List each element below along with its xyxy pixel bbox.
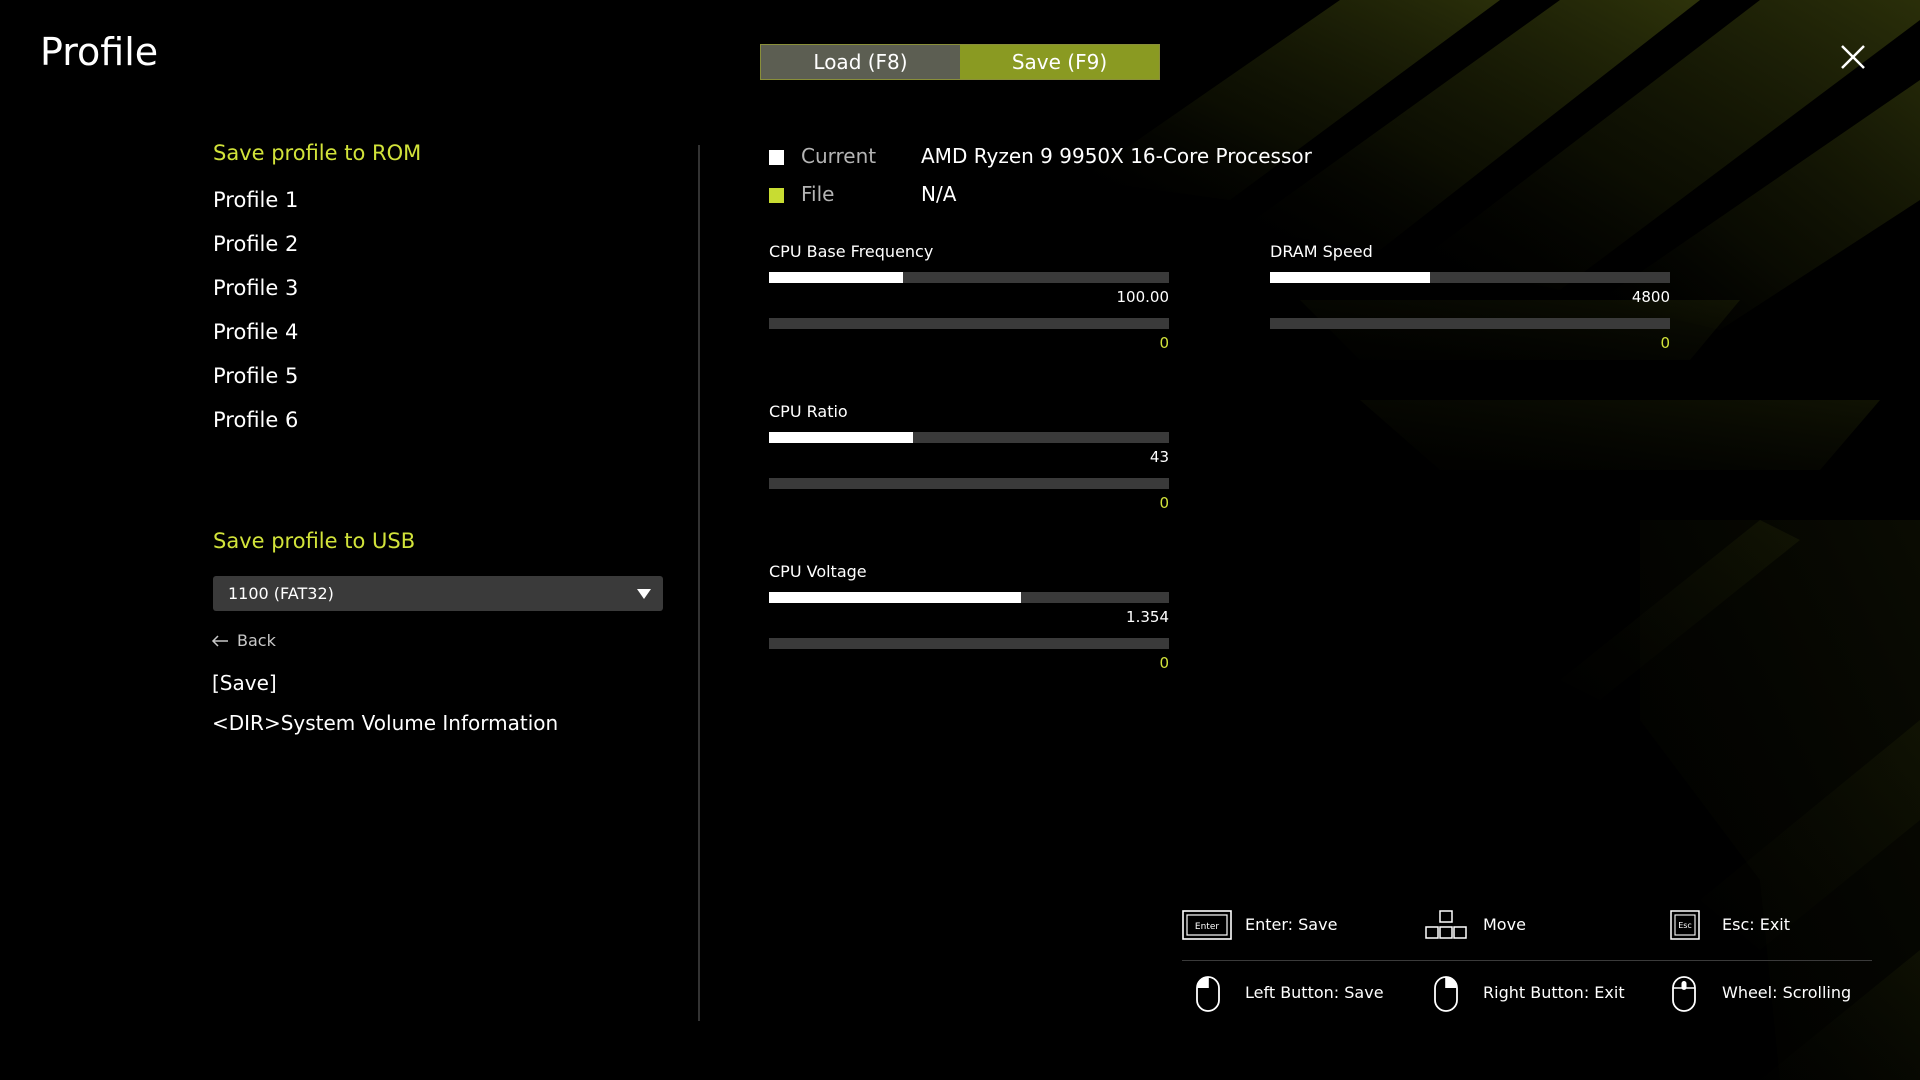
page-title: Profile [40, 30, 159, 74]
help-enter: Enter: Save [1245, 915, 1338, 934]
metric-dram-speed: DRAM Speed 4800 0 [1270, 242, 1670, 352]
metric-label: CPU Ratio [769, 402, 848, 421]
metric-label: DRAM Speed [1270, 242, 1373, 261]
svg-text:Enter: Enter [1195, 922, 1219, 932]
current-value: 100.00 [1116, 288, 1170, 306]
usb-drive-value: 1100 (FAT32) [228, 584, 334, 603]
help-wheel: Wheel: Scrolling [1722, 983, 1852, 1002]
current-bar-fill [769, 272, 903, 283]
file-bar [1270, 318, 1670, 329]
file-legend-swatch [769, 188, 784, 203]
current-bar [769, 432, 1169, 443]
current-bar [769, 272, 1169, 283]
metric-label: CPU Voltage [769, 562, 867, 581]
back-label: Back [237, 631, 276, 650]
mouse-left-icon [1195, 975, 1221, 1017]
usb-section-title: Save profile to USB [213, 529, 416, 553]
help-move: Move [1483, 915, 1526, 934]
file-bar [769, 318, 1169, 329]
profile-item[interactable]: Profile 2 [213, 232, 298, 256]
close-button[interactable] [1836, 40, 1870, 74]
back-link[interactable]: Back [211, 631, 276, 650]
mouse-wheel-icon [1671, 975, 1697, 1017]
rom-section-title: Save profile to ROM [213, 141, 422, 165]
current-legend-label: Current [801, 144, 877, 168]
file-value: 0 [1660, 334, 1670, 352]
current-legend-swatch [769, 150, 784, 165]
current-value: 4800 [1631, 288, 1670, 306]
mouse-right-icon [1433, 975, 1459, 1017]
current-bar [1270, 272, 1670, 283]
file-legend-label: File [801, 182, 835, 206]
file-value: N/A [921, 182, 957, 206]
esc-key-icon: Esc [1670, 910, 1700, 944]
dropdown-arrow-icon [637, 589, 651, 599]
arrow-keys-icon [1425, 910, 1467, 944]
arrow-left-icon [211, 634, 228, 647]
svg-text:Esc: Esc [1678, 921, 1692, 930]
metric-label: CPU Base Frequency [769, 242, 934, 261]
current-bar-fill [1270, 272, 1430, 283]
current-bar [769, 592, 1169, 603]
usb-drive-dropdown[interactable]: 1100 (FAT32) [213, 576, 663, 611]
panel-divider [698, 145, 700, 1021]
profile-item[interactable]: Profile 5 [213, 364, 298, 388]
close-icon [1841, 45, 1865, 69]
help-esc: Esc: Exit [1722, 915, 1791, 934]
current-bar-fill [769, 432, 913, 443]
current-bar-fill [769, 592, 1021, 603]
profile-item[interactable]: Profile 1 [213, 188, 298, 212]
metric-cpu-voltage: CPU Voltage 1.354 0 [769, 562, 1169, 672]
file-item-dir[interactable]: <DIR>System Volume Information [212, 711, 558, 735]
profile-item[interactable]: Profile 6 [213, 408, 298, 432]
help-separator [1182, 960, 1872, 961]
current-value: 1.354 [1126, 608, 1169, 626]
metric-cpu-ratio: CPU Ratio 43 0 [769, 402, 1169, 512]
profile-item[interactable]: Profile 4 [213, 320, 298, 344]
file-item-save[interactable]: [Save] [212, 671, 277, 695]
tab-bar: Load (F8) Save (F9) [760, 44, 1160, 80]
tab-load[interactable]: Load (F8) [761, 45, 960, 79]
enter-key-icon: Enter [1182, 910, 1232, 944]
metric-cpu-base-frequency: CPU Base Frequency 100.00 0 [769, 242, 1169, 352]
file-value: 0 [1159, 334, 1169, 352]
file-bar [769, 638, 1169, 649]
tab-save[interactable]: Save (F9) [960, 45, 1159, 79]
file-bar [769, 478, 1169, 489]
file-value: 0 [1159, 494, 1169, 512]
profile-item[interactable]: Profile 3 [213, 276, 298, 300]
help-left-button: Left Button: Save [1245, 983, 1384, 1002]
current-value: 43 [1149, 448, 1169, 466]
file-value: 0 [1159, 654, 1169, 672]
help-right-button: Right Button: Exit [1483, 983, 1625, 1002]
current-cpu-name: AMD Ryzen 9 9950X 16-Core Processor [921, 144, 1312, 168]
